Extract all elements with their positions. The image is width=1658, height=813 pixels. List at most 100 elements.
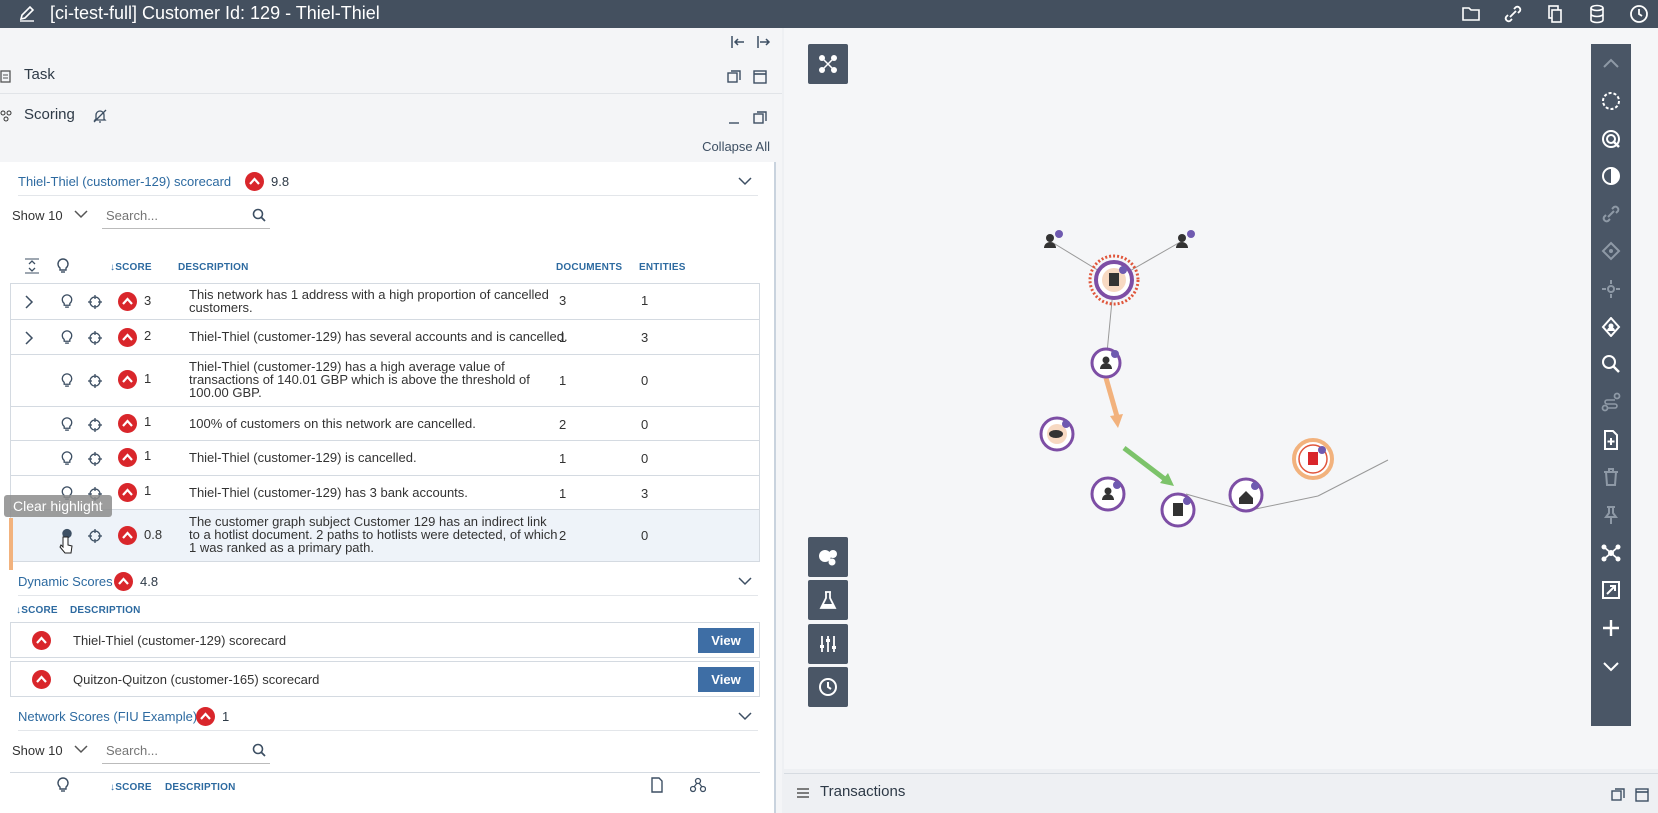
copy-icon[interactable] xyxy=(1544,3,1566,25)
legend-button[interactable] xyxy=(808,537,848,577)
column-header-score[interactable]: ↓SCORE xyxy=(110,782,152,793)
column-header-description[interactable]: DESCRIPTION xyxy=(178,262,249,273)
row-entities: 0 xyxy=(641,417,649,432)
path-icon[interactable] xyxy=(1601,392,1621,412)
view-button[interactable]: View xyxy=(698,667,754,692)
sliders-icon xyxy=(820,636,836,652)
fit-screen-icon[interactable] xyxy=(1601,580,1621,600)
search-input[interactable] xyxy=(102,738,270,764)
link-icon[interactable] xyxy=(1502,3,1524,25)
collapse-all-link[interactable]: Collapse All xyxy=(702,139,770,154)
lightbulb-icon[interactable] xyxy=(59,293,75,309)
chevron-right-icon[interactable] xyxy=(23,294,35,310)
crosshair-icon[interactable] xyxy=(87,528,103,544)
page-size-select[interactable]: Show 10 xyxy=(12,743,63,758)
crosshair-icon[interactable] xyxy=(87,417,103,433)
transactions-panel-header[interactable]: Transactions xyxy=(784,773,1658,813)
column-header-score[interactable]: ↓SCORE xyxy=(16,605,58,616)
crosshair-icon[interactable] xyxy=(87,330,103,346)
lightbulb-icon[interactable] xyxy=(55,776,71,793)
maximize-icon[interactable] xyxy=(752,69,768,85)
lightbulb-icon[interactable] xyxy=(59,416,75,432)
lightbulb-icon[interactable] xyxy=(55,257,71,274)
lasso-select-icon[interactable] xyxy=(1601,91,1621,111)
person-node[interactable] xyxy=(1176,230,1195,248)
slashed-bell-icon[interactable] xyxy=(92,108,108,124)
chevron-down-icon[interactable] xyxy=(738,574,752,588)
popout-icon[interactable] xyxy=(752,110,768,126)
scoring-content: Thiel-Thiel (customer-129) scorecard 9.8… xyxy=(0,162,776,813)
search-icon[interactable] xyxy=(252,743,266,757)
entities-icon[interactable] xyxy=(690,777,706,793)
chevron-down-icon[interactable] xyxy=(74,209,88,219)
flask-button[interactable] xyxy=(808,580,848,620)
expand-right-icon[interactable] xyxy=(756,34,772,50)
dynamic-scores-header[interactable]: Dynamic Scores 4.8 xyxy=(18,566,758,596)
chevron-down-icon[interactable] xyxy=(738,709,752,723)
table-row[interactable]: 1 100% of customers on this network are … xyxy=(10,406,760,441)
column-header-description[interactable]: DESCRIPTION xyxy=(165,782,236,793)
crosshair-icon[interactable] xyxy=(87,373,103,389)
chevron-up-icon[interactable] xyxy=(1601,54,1621,74)
chevron-down-icon[interactable] xyxy=(74,744,88,754)
person-badge-icon[interactable] xyxy=(1601,317,1621,337)
page-size-select[interactable]: Show 10 xyxy=(12,208,63,223)
crosshair-icon[interactable] xyxy=(87,451,103,467)
table-row-selected[interactable]: 0.8 The customer graph subject Customer … xyxy=(10,509,760,562)
search-icon[interactable] xyxy=(252,208,266,222)
pin-icon[interactable] xyxy=(1601,505,1621,525)
contrast-icon[interactable] xyxy=(1601,166,1621,186)
timeline-button[interactable] xyxy=(808,667,848,707)
search-icon[interactable] xyxy=(1601,354,1621,374)
lightbulb-icon[interactable] xyxy=(59,372,75,388)
table-row[interactable]: 1 Thiel-Thiel (customer-129) has 3 bank … xyxy=(10,475,760,510)
link-icon[interactable] xyxy=(1601,204,1621,224)
person-node[interactable] xyxy=(1044,230,1063,248)
document-icon[interactable] xyxy=(650,777,664,793)
lightbulb-icon[interactable] xyxy=(59,450,75,466)
popout-icon[interactable] xyxy=(1610,787,1626,803)
row-documents: 2 xyxy=(559,417,567,432)
row-documents: 1 xyxy=(559,486,567,501)
crosshair-icon[interactable] xyxy=(87,294,103,310)
row-score: 1 xyxy=(144,414,152,429)
network-layout-icon[interactable] xyxy=(1601,543,1621,563)
column-header-entities[interactable]: ENTITIES xyxy=(639,262,686,273)
table-row[interactable]: 1 Thiel-Thiel (customer-129) has a high … xyxy=(10,354,760,407)
chevron-down-icon[interactable] xyxy=(1601,656,1621,676)
popout-icon[interactable] xyxy=(726,69,742,85)
database-icon[interactable] xyxy=(1586,3,1608,25)
minimize-icon[interactable] xyxy=(726,110,742,126)
lightbulb-icon[interactable] xyxy=(59,329,75,345)
column-header-documents[interactable]: DOCUMENTS xyxy=(556,262,622,273)
column-header-description[interactable]: DESCRIPTION xyxy=(70,605,141,616)
radar-select-icon[interactable] xyxy=(1601,129,1621,149)
network-graph[interactable] xyxy=(784,28,1658,769)
filters-button[interactable] xyxy=(808,624,848,664)
table-row[interactable]: 3 This network has 1 address with a high… xyxy=(10,283,760,320)
trash-icon[interactable] xyxy=(1601,467,1621,487)
focus-icon[interactable] xyxy=(1601,241,1621,261)
folder-tree-icon[interactable] xyxy=(1460,3,1482,25)
collapse-left-icon[interactable] xyxy=(730,34,746,50)
view-button[interactable]: View xyxy=(698,628,754,653)
pencil-icon[interactable] xyxy=(18,5,36,23)
add-document-icon[interactable] xyxy=(1601,430,1621,450)
task-panel-header[interactable]: Task xyxy=(0,58,782,94)
clock-icon[interactable] xyxy=(1628,3,1650,25)
column-header-score[interactable]: ↓SCORE xyxy=(110,262,152,273)
maximize-icon[interactable] xyxy=(1634,787,1650,803)
chevron-down-icon[interactable] xyxy=(738,174,752,188)
scorecard-group-header[interactable]: Thiel-Thiel (customer-129) scorecard 9.8 xyxy=(18,166,758,196)
network-scores-header[interactable]: Network Scores (FIU Example) 1 xyxy=(18,701,758,731)
chevron-right-icon[interactable] xyxy=(23,330,35,346)
center-icon[interactable] xyxy=(1601,279,1621,299)
graph-canvas[interactable] xyxy=(784,28,1658,769)
zoom-in-icon[interactable] xyxy=(1601,618,1621,638)
row-documents: 1 xyxy=(559,330,567,345)
table-row[interactable]: 2 Thiel-Thiel (customer-129) has several… xyxy=(10,319,760,355)
expand-all-icon[interactable] xyxy=(24,258,40,274)
scoring-panel-header[interactable]: Scoring xyxy=(0,98,782,134)
search-input[interactable] xyxy=(102,203,270,229)
table-row[interactable]: 1 Thiel-Thiel (customer-129) is cancelle… xyxy=(10,440,760,476)
